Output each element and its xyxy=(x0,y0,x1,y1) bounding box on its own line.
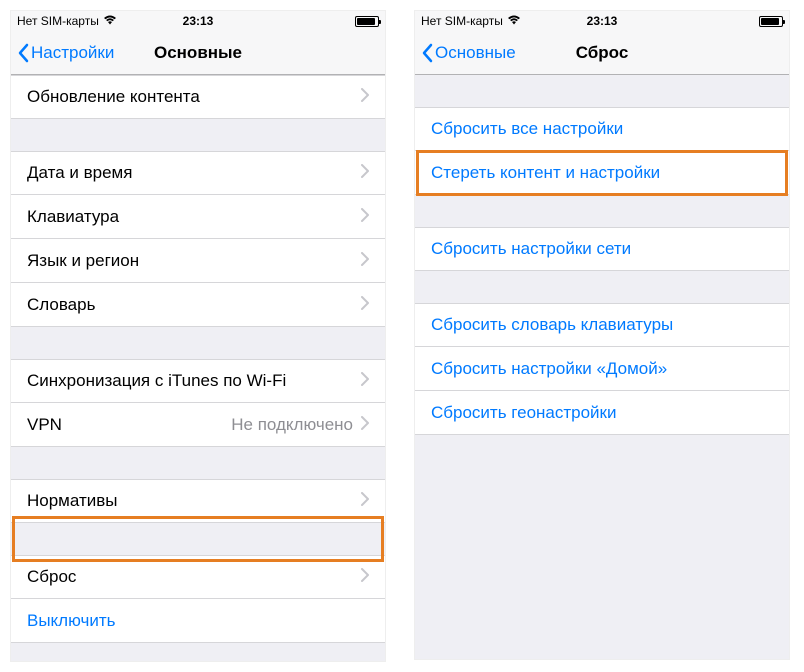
chevron-right-icon xyxy=(361,371,369,391)
row-language-region[interactable]: Язык и регион xyxy=(11,239,385,283)
row-label: Сбросить все настройки xyxy=(431,119,773,139)
chevron-right-icon xyxy=(361,163,369,183)
row-label: Словарь xyxy=(27,295,361,315)
row-label: Обновление контента xyxy=(27,87,361,107)
chevron-right-icon xyxy=(361,207,369,227)
chevron-left-icon xyxy=(421,43,433,63)
row-label: Выключить xyxy=(27,611,369,631)
row-label: Сбросить настройки сети xyxy=(431,239,773,259)
wifi-icon xyxy=(103,14,117,28)
chevron-right-icon xyxy=(361,87,369,107)
back-label: Настройки xyxy=(31,43,114,63)
settings-general-screen: Нет SIM-карты 23:13 Настройки Основные О… xyxy=(10,10,386,662)
row-shutdown[interactable]: Выключить xyxy=(11,599,385,643)
chevron-right-icon xyxy=(361,567,369,587)
row-label: Язык и регион xyxy=(27,251,361,271)
settings-reset-screen: Нет SIM-карты 23:13 Основные Сброс Сброс… xyxy=(414,10,790,660)
row-label: Сбросить словарь клавиатуры xyxy=(431,315,773,335)
row-vpn[interactable]: VPN Не подключено xyxy=(11,403,385,447)
row-reset-home[interactable]: Сбросить настройки «Домой» xyxy=(415,347,789,391)
row-label: VPN xyxy=(27,415,231,435)
status-bar: Нет SIM-карты 23:13 xyxy=(11,11,385,31)
back-button[interactable]: Основные xyxy=(415,43,516,63)
nav-title: Основные xyxy=(154,43,242,63)
back-label: Основные xyxy=(435,43,516,63)
chevron-right-icon xyxy=(361,251,369,271)
row-label: Сброс xyxy=(27,567,361,587)
status-time: 23:13 xyxy=(587,14,618,28)
row-label: Сбросить геонастройки xyxy=(431,403,773,423)
battery-icon xyxy=(759,16,783,27)
nav-title: Сброс xyxy=(576,43,629,63)
row-label: Клавиатура xyxy=(27,207,361,227)
row-reset-network[interactable]: Сбросить настройки сети xyxy=(415,227,789,271)
row-reset[interactable]: Сброс xyxy=(11,555,385,599)
status-time: 23:13 xyxy=(183,14,214,28)
back-button[interactable]: Настройки xyxy=(11,43,114,63)
row-value: Не подключено xyxy=(231,415,353,435)
row-itunes-wifi[interactable]: Синхронизация с iTunes по Wi-Fi xyxy=(11,359,385,403)
row-label: Стереть контент и настройки xyxy=(431,163,773,183)
row-keyboard[interactable]: Клавиатура xyxy=(11,195,385,239)
carrier-text: Нет SIM-карты xyxy=(421,14,503,28)
row-reset-all-settings[interactable]: Сбросить все настройки xyxy=(415,107,789,151)
row-label: Нормативы xyxy=(27,491,361,511)
chevron-right-icon xyxy=(361,491,369,511)
nav-bar: Основные Сброс xyxy=(415,31,789,75)
chevron-left-icon xyxy=(17,43,29,63)
carrier-text: Нет SIM-карты xyxy=(17,14,99,28)
row-label: Сбросить настройки «Домой» xyxy=(431,359,773,379)
row-regulatory[interactable]: Нормативы xyxy=(11,479,385,523)
row-label: Синхронизация с iTunes по Wi-Fi xyxy=(27,371,361,391)
nav-bar: Настройки Основные xyxy=(11,31,385,75)
row-dictionary[interactable]: Словарь xyxy=(11,283,385,327)
row-label: Дата и время xyxy=(27,163,361,183)
row-erase-content-settings[interactable]: Стереть контент и настройки xyxy=(415,151,789,195)
wifi-icon xyxy=(507,14,521,28)
battery-icon xyxy=(355,16,379,27)
row-reset-keyboard-dictionary[interactable]: Сбросить словарь клавиатуры xyxy=(415,303,789,347)
chevron-right-icon xyxy=(361,295,369,315)
status-bar: Нет SIM-карты 23:13 xyxy=(415,11,789,31)
row-date-time[interactable]: Дата и время xyxy=(11,151,385,195)
chevron-right-icon xyxy=(361,415,369,435)
row-reset-location[interactable]: Сбросить геонастройки xyxy=(415,391,789,435)
row-content-update[interactable]: Обновление контента xyxy=(11,75,385,119)
